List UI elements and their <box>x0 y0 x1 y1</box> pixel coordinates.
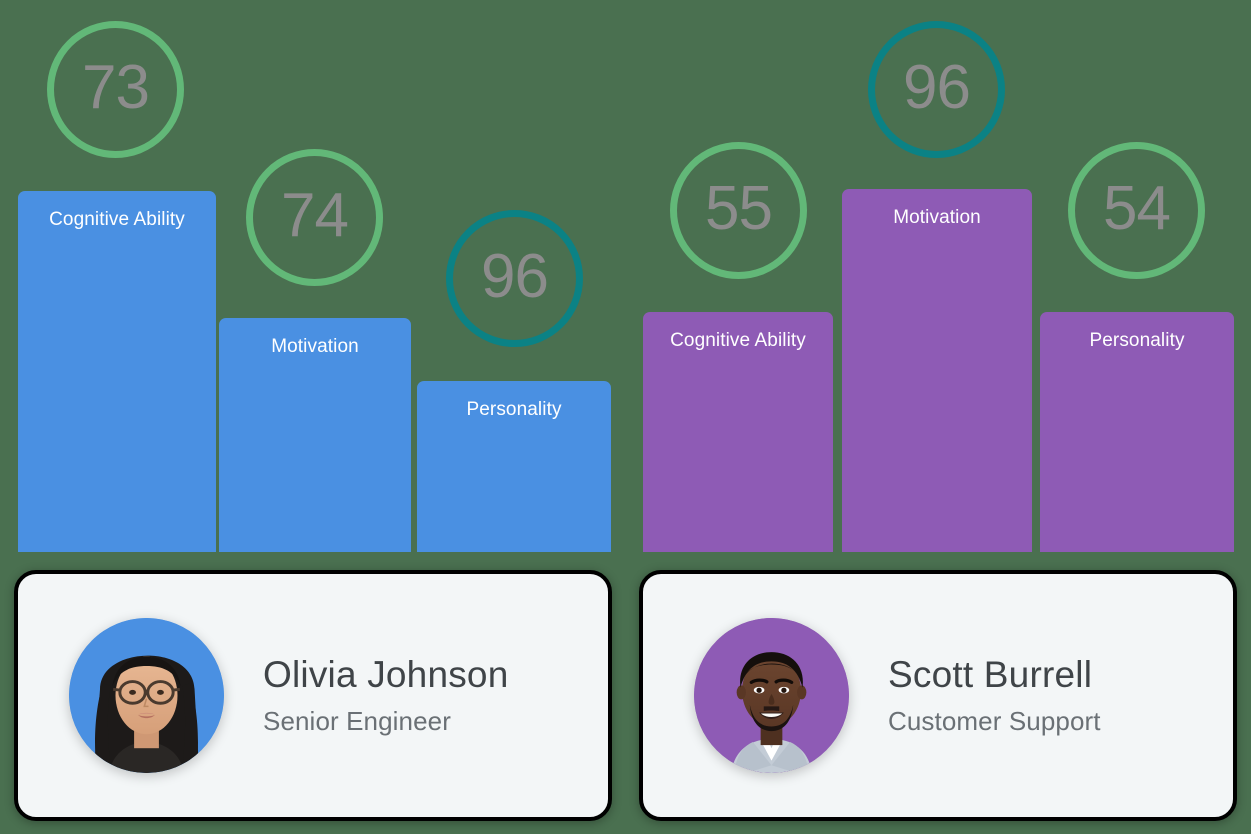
bar-scott-personality[interactable]: Personality <box>1040 312 1234 552</box>
score-ring-olivia-cognitive-ability[interactable]: 73 <box>47 21 184 158</box>
score-ring-olivia-personality[interactable]: 96 <box>446 210 583 347</box>
person-meta: Olivia Johnson Senior Engineer <box>263 654 509 737</box>
person-name: Scott Burrell <box>888 654 1093 696</box>
bar-scott-motivation[interactable]: Motivation <box>842 189 1032 552</box>
person-meta: Scott Burrell Customer Support <box>888 654 1101 737</box>
avatar-scott-burrell <box>694 618 849 773</box>
score-ring-scott-personality[interactable]: 54 <box>1068 142 1205 279</box>
bar-label: Personality <box>1089 330 1185 351</box>
score-ring-scott-motivation[interactable]: 96 <box>868 21 1005 158</box>
bar-olivia-personality[interactable]: Personality <box>417 381 611 552</box>
bar-scott-cognitive-ability[interactable]: Cognitive Ability <box>643 312 833 552</box>
bar-label: Motivation <box>271 336 359 357</box>
bar-label: Cognitive Ability <box>49 209 185 230</box>
avatar-olivia-johnson <box>69 618 224 773</box>
bar-olivia-cognitive-ability[interactable]: Cognitive Ability <box>18 191 216 552</box>
person-card-olivia-johnson[interactable]: Olivia Johnson Senior Engineer <box>14 570 612 821</box>
score-value: 55 <box>705 173 773 243</box>
score-value: 73 <box>82 52 150 122</box>
score-ring-scott-cognitive-ability[interactable]: 55 <box>670 142 807 279</box>
person-name: Olivia Johnson <box>263 654 509 696</box>
bar-label: Cognitive Ability <box>670 330 806 351</box>
person-role: Senior Engineer <box>263 705 451 736</box>
score-value: 74 <box>281 180 349 250</box>
bar-label: Motivation <box>893 207 981 228</box>
bar-olivia-motivation[interactable]: Motivation <box>219 318 411 552</box>
score-value: 54 <box>1103 173 1171 243</box>
comparison-dashboard: 73 74 96 Cognitive Ability Motivation Pe… <box>0 0 1251 834</box>
person-role: Customer Support <box>888 705 1101 736</box>
score-ring-olivia-motivation[interactable]: 74 <box>246 149 383 286</box>
score-value: 96 <box>903 52 971 122</box>
score-value: 96 <box>481 241 549 311</box>
bar-label: Personality <box>466 399 562 420</box>
person-card-scott-burrell[interactable]: Scott Burrell Customer Support <box>639 570 1237 821</box>
